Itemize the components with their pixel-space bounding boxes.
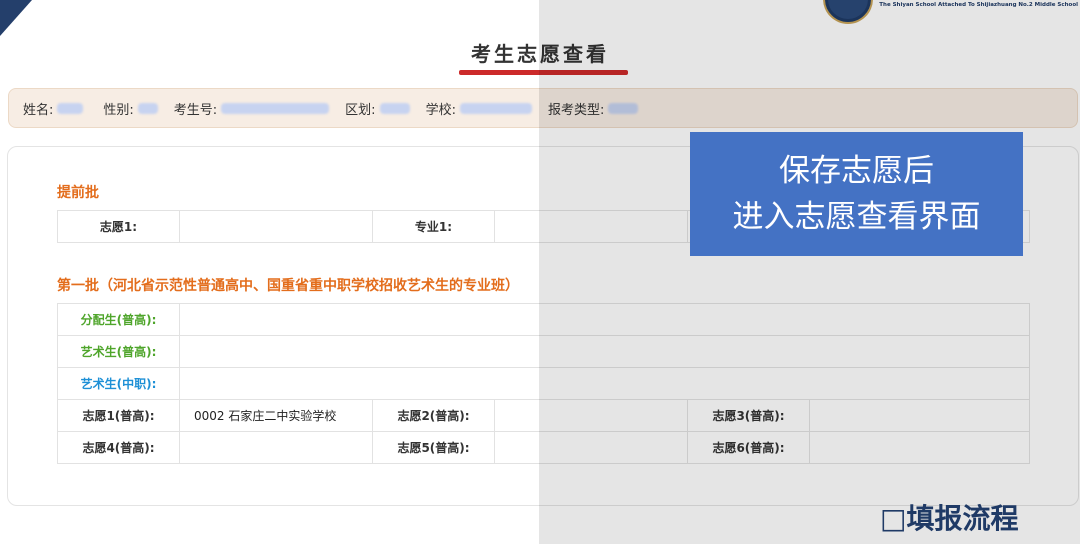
choice1-label: 志愿1(普高): <box>57 399 180 432</box>
early-major1-label: 专业1: <box>372 210 495 243</box>
district-value-redacted <box>379 102 410 114</box>
art-vocational-label: 艺术生(中职): <box>57 367 180 400</box>
corner-decoration <box>0 0 32 36</box>
callout-box: 保存志愿后 进入志愿查看界面 <box>690 132 1023 256</box>
choice2-label: 志愿2(普高): <box>372 399 495 432</box>
choice5-label: 志愿5(普高): <box>372 431 495 464</box>
table-row: 志愿1(普高): 0002 石家庄二中实验学校 志愿2(普高): 志愿3(普高)… <box>57 399 1030 432</box>
school-label: 学校: <box>425 102 456 118</box>
title-underline <box>459 70 628 75</box>
student-info-bar: 姓名: 性别: 考生号: 区划: 学校: 报考类型: <box>8 88 1078 128</box>
choice3-label: 志愿3(普高): <box>687 399 810 432</box>
allocated-value <box>179 303 1030 336</box>
school-name-english: The Shiyan School Attached To Shijiazhua… <box>879 2 1078 8</box>
early-major1-value <box>494 210 688 243</box>
gender-label: 性别: <box>103 102 134 118</box>
name-value-redacted <box>57 102 84 114</box>
callout-line-1: 保存志愿后 <box>779 153 934 189</box>
table-row: 艺术生(中职): <box>57 367 1030 400</box>
allocated-label: 分配生(普高): <box>57 303 180 336</box>
choice4-value <box>179 431 373 464</box>
early-batch-title: 提前批 <box>57 185 99 201</box>
art-vocational-value <box>179 367 1030 400</box>
school-value-redacted <box>459 102 532 114</box>
art-general-label: 艺术生(普高): <box>57 335 180 368</box>
first-batch-table: 分配生(普高): 艺术生(普高): 艺术生(中职): 志愿1(普高): 0002… <box>57 303 1030 464</box>
choice1-value: 0002 石家庄二中实验学校 <box>179 399 373 432</box>
flow-label: □填报流程 <box>880 502 1019 535</box>
info-district: 区划: <box>345 99 410 118</box>
table-row: 艺术生(普高): <box>57 335 1030 368</box>
table-row: 分配生(普高): <box>57 303 1030 336</box>
table-row: 志愿4(普高): 志愿5(普高): 志愿6(普高): <box>57 431 1030 464</box>
school-logo: The Shiyan School Attached To Shijiazhua… <box>825 0 1080 22</box>
choice2-value <box>494 399 688 432</box>
district-label: 区划: <box>345 102 376 118</box>
type-label: 报考类型: <box>547 102 605 118</box>
exam-no-label: 考生号: <box>173 102 218 118</box>
info-exam-no: 考生号: <box>173 99 330 118</box>
choice4-label: 志愿4(普高): <box>57 431 180 464</box>
early-choice1-label: 志愿1: <box>57 210 180 243</box>
info-name: 姓名: <box>23 99 84 118</box>
info-gender: 性别: <box>103 99 158 118</box>
art-general-value <box>179 335 1030 368</box>
exam-no-value-redacted <box>221 102 330 114</box>
choice3-value <box>809 399 1030 432</box>
info-school: 学校: <box>426 99 532 118</box>
name-label: 姓名: <box>23 102 54 118</box>
early-choice1-value <box>179 210 373 243</box>
type-value-redacted <box>608 102 639 114</box>
school-seal-icon <box>825 0 872 22</box>
choice6-label: 志愿6(普高): <box>687 431 810 464</box>
choice6-value <box>809 431 1030 464</box>
info-type: 报考类型: <box>547 99 639 118</box>
first-batch-title: 第一批（河北省示范性普通高中、国重省重中职学校招收艺术生的专业班） <box>57 278 519 294</box>
choice5-value <box>494 431 688 464</box>
callout-line-2: 进入志愿查看界面 <box>732 199 981 235</box>
gender-value-redacted <box>137 102 158 114</box>
page-title: 考生志愿查看 <box>471 42 609 66</box>
